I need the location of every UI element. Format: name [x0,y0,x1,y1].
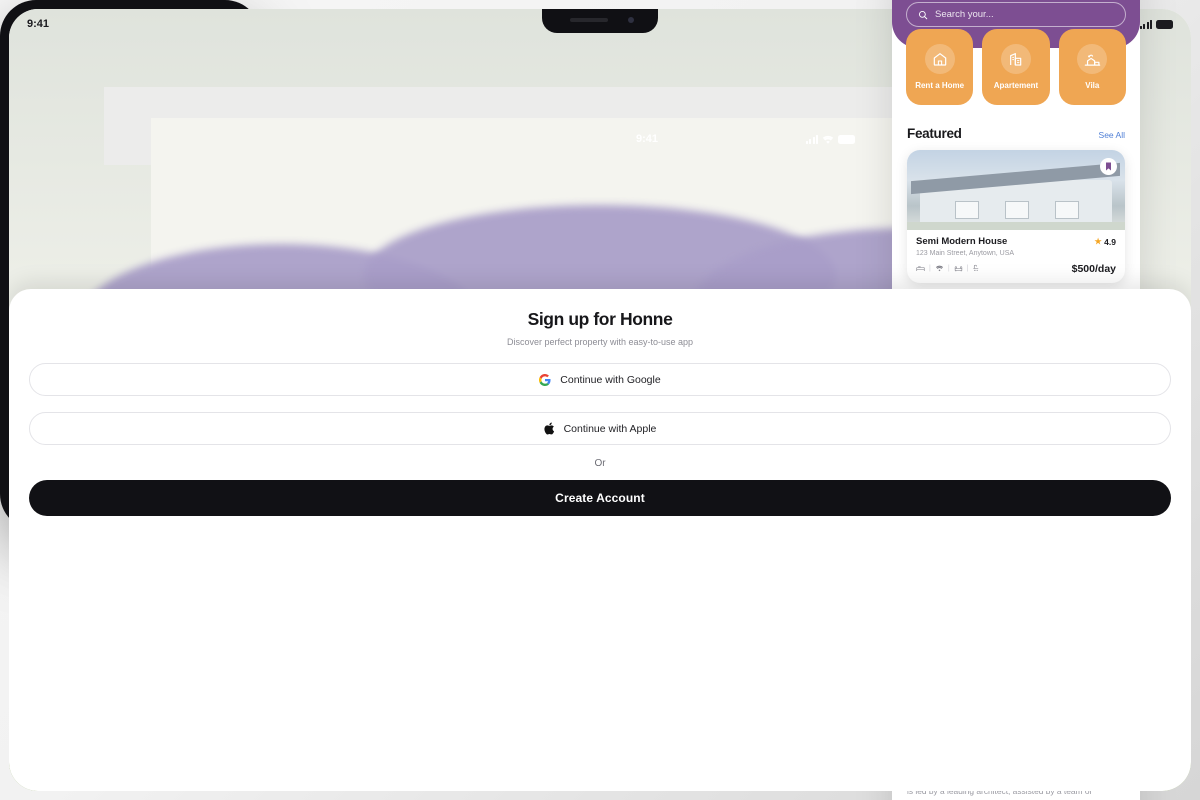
continue-with-google-button[interactable]: Continue with Google [29,363,1171,396]
bed-icon [916,266,925,272]
bookmark-button[interactable] [1100,158,1117,175]
signal-bars-icon [1139,19,1152,29]
category-button-apartement[interactable]: Apartement [982,29,1050,105]
listing-card-semi-modern-house[interactable]: Semi Modern House ★ 4.9 123 Main Street,… [907,150,1125,283]
shower-icon [973,264,979,272]
bookmark-icon [1106,162,1111,171]
star-icon: ★ [1094,237,1102,246]
sofa-icon [954,266,962,272]
see-all-link[interactable]: See All [1099,130,1125,140]
category-label: Vila [1085,81,1100,90]
signup-sheet: Sign up for Honne Discover perfect prope… [9,289,1191,791]
phone-mockup-signup-front: 9:41 Sign up for Honne Discover perfect … [0,0,1191,791]
status-time: 9:41 [636,133,659,145]
rating-value: 4.9 [1104,236,1116,247]
apartment-icon [1000,44,1031,74]
signup-subtitle: Discover perfect property with easy-to-u… [506,337,694,347]
featured-section-header: Featured See All [907,126,1125,141]
phone-notch [542,9,658,33]
signal-bars-icon [805,134,818,144]
category-button-vila[interactable]: Vila [1058,29,1126,105]
status-time: 9:41 [27,18,50,30]
listing-address: 123 Main Street, Anytown, USA [916,249,1015,257]
listing-amenities: | | | [916,264,981,273]
featured-title: Featured [907,126,962,141]
wifi-icon [935,265,943,272]
listing-name: Semi Modern House [916,236,1008,247]
continue-with-apple-button[interactable]: Continue with Apple [29,412,1171,445]
category-label: Apartement [993,81,1039,90]
status-bar-back: 9:41 [618,126,873,152]
battery-icon [838,134,855,144]
status-indicators [1139,19,1173,29]
listing-price: $500/day [1071,262,1116,275]
google-button-label: Continue with Google [560,373,661,386]
divider-label: Or [594,458,606,469]
apple-button-label: Continue with Apple [563,422,657,435]
category-button-row: Rent a Home Apartement Vila [906,29,1126,105]
category-label: Rent a Home [915,81,965,90]
listing-body: Semi Modern House ★ 4.9 123 Main Street,… [907,230,1125,283]
wifi-icon [822,135,834,144]
apple-icon [543,422,554,435]
create-account-button[interactable]: Create Account [29,480,1171,516]
listing-rating: ★ 4.9 [1095,237,1117,247]
battery-icon [1156,19,1173,29]
google-icon [539,373,551,386]
home-icon [924,44,955,74]
villa-icon [1077,44,1108,74]
signup-title: Sign up for Honne [527,309,673,329]
status-indicators [805,134,855,144]
category-button-rent-a-home[interactable]: Rent a Home [906,29,974,105]
listing-photo [907,150,1125,230]
